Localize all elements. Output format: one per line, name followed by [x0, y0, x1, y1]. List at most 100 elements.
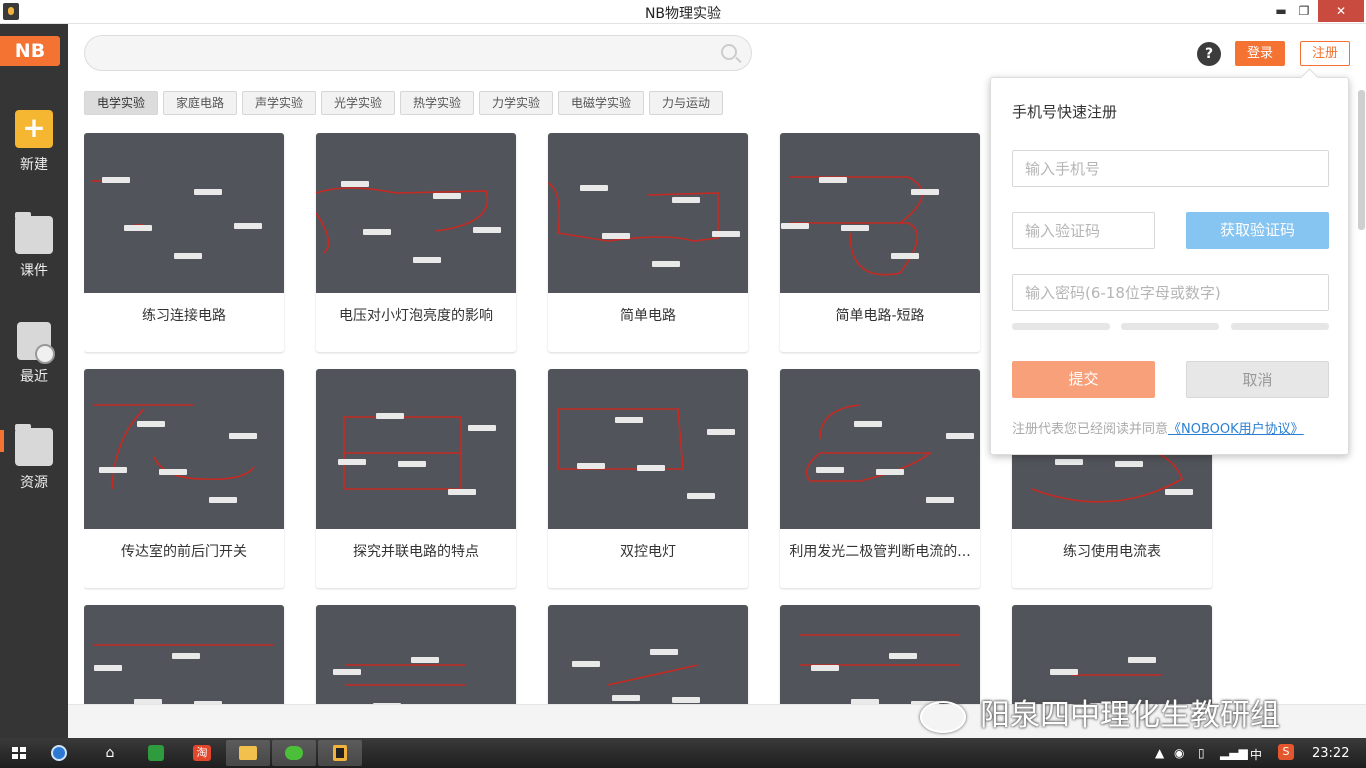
wire [92, 180, 144, 226]
circuit-component [707, 429, 735, 435]
search-icon[interactable] [721, 44, 737, 60]
browser-icon [51, 745, 67, 761]
circuit-diagram [94, 644, 274, 704]
circuit-component [473, 227, 501, 233]
password-input[interactable] [1012, 274, 1329, 311]
watermark: 阳泉四中理化生教研组 [920, 690, 1340, 733]
experiment-card[interactable]: 简单电路 [548, 133, 748, 352]
circuit-component [580, 185, 608, 191]
tab-force-motion[interactable]: 力与运动 [649, 91, 723, 115]
experiment-card[interactable] [84, 605, 284, 704]
tray-expand-icon[interactable]: ▲ [1155, 746, 1164, 760]
circuit-component [413, 257, 441, 263]
experiment-thumbnail [316, 369, 516, 529]
sidebar-item-courseware[interactable]: 课件 [0, 212, 68, 280]
experiment-title: 电压对小灯泡亮度的影响 [339, 308, 493, 324]
experiment-card[interactable]: 练习连接电路 [84, 133, 284, 352]
circuit-component [926, 497, 954, 503]
circuit-component [341, 181, 369, 187]
tray-wechat-icon[interactable]: ◉ [1174, 746, 1184, 760]
sidebar-item-label: 资源 [20, 475, 48, 491]
tab-thermal[interactable]: 热学实验 [400, 91, 474, 115]
experiment-title: 简单电路-短路 [835, 308, 925, 324]
tray-device-icon[interactable]: ▯ [1198, 746, 1205, 760]
circuit-component [229, 433, 257, 439]
recent-doc-icon [17, 322, 55, 364]
circuit-diagram [94, 404, 257, 503]
taskbar-green-app[interactable] [134, 740, 178, 766]
tab-acoustics[interactable]: 声学实验 [242, 91, 316, 115]
help-button[interactable]: ? [1197, 42, 1221, 66]
language-indicator[interactable]: 中 [1250, 746, 1262, 763]
verification-code-input[interactable] [1012, 212, 1155, 249]
circuit-component [468, 425, 496, 431]
experiment-card[interactable] [548, 605, 748, 704]
experiment-card[interactable] [316, 605, 516, 704]
taskbar-explorer[interactable] [226, 740, 270, 766]
tab-household-circuit[interactable]: 家庭电路 [163, 91, 237, 115]
register-button[interactable]: 注册 [1300, 41, 1350, 66]
experiment-card[interactable]: 电压对小灯泡亮度的影响 [316, 133, 516, 352]
taskbar-browser[interactable] [42, 740, 76, 766]
search-bar[interactable] [84, 35, 752, 71]
circuit-component [672, 197, 700, 203]
taskbar-nb-app[interactable] [318, 740, 362, 766]
experiment-card[interactable]: 探究并联电路的特点 [316, 369, 516, 588]
circuit-component [159, 469, 187, 475]
register-panel: 手机号快速注册 获取验证码 提交 取消 注册代表您已经阅读并同意《NOBOOK用… [990, 77, 1349, 455]
experiment-card[interactable]: 双控电灯 [548, 369, 748, 588]
close-button[interactable]: ✕ [1318, 0, 1364, 22]
login-button[interactable]: 登录 [1235, 41, 1285, 66]
taskbar-taobao[interactable]: 淘 [180, 740, 224, 766]
window-title: NB物理实验 [644, 6, 722, 22]
experiment-thumbnail [780, 133, 980, 293]
circuit-diagram [548, 182, 740, 267]
circuit-component [124, 225, 152, 231]
wire [346, 664, 466, 686]
file-explorer-icon [239, 746, 257, 760]
circuit-component [687, 493, 715, 499]
circuit-component [1055, 459, 1083, 465]
submit-button[interactable]: 提交 [1012, 361, 1155, 398]
circuit-component [433, 193, 461, 199]
circuit-diagram [338, 413, 496, 495]
circuit-component [172, 653, 200, 659]
scrollbar[interactable] [1358, 90, 1365, 230]
circuit-diagram [572, 649, 700, 703]
tab-mechanics[interactable]: 力学实验 [479, 91, 553, 115]
plus-icon: + [15, 110, 53, 148]
password-strength-bar [1012, 323, 1110, 330]
experiment-card[interactable]: 利用发光二极管判断电流的... [780, 369, 980, 588]
sidebar-item-label: 新建 [20, 157, 48, 173]
network-icon[interactable]: ▂▄▆ [1220, 746, 1248, 760]
sidebar-item-resources[interactable]: 资源 [0, 424, 68, 492]
experiment-thumbnail [548, 369, 748, 529]
tab-electromagnetism[interactable]: 电磁学实验 [558, 91, 644, 115]
start-button[interactable] [6, 740, 34, 766]
circuit-component [137, 421, 165, 427]
circuit-component [363, 229, 391, 235]
circuit-component [811, 665, 839, 671]
taskbar-wechat[interactable] [272, 740, 316, 766]
taskbar-home[interactable]: ⌂ [88, 740, 132, 766]
window-titlebar: NB物理实验 ▬ ❐ ✕ [0, 0, 1366, 24]
experiment-card[interactable]: 传达室的前后门开关 [84, 369, 284, 588]
circuit-component [911, 189, 939, 195]
windows-icon [12, 747, 26, 759]
experiment-card[interactable]: 简单电路-短路 [780, 133, 980, 352]
get-code-button[interactable]: 获取验证码 [1186, 212, 1329, 249]
circuit-component [376, 413, 404, 419]
folder-icon [15, 424, 53, 466]
tab-electrical[interactable]: 电学实验 [84, 91, 158, 115]
sidebar-item-recent[interactable]: 最近 [0, 322, 68, 386]
circuit-component [854, 421, 882, 427]
cancel-button[interactable]: 取消 [1186, 361, 1329, 398]
clock[interactable]: 23:22 [1312, 746, 1349, 761]
ime-icon[interactable]: S [1278, 744, 1294, 760]
maximize-button[interactable]: ❐ [1291, 0, 1317, 22]
tab-optics[interactable]: 光学实验 [321, 91, 395, 115]
circuit-component [637, 465, 665, 471]
sidebar-item-new[interactable]: + 新建 [0, 110, 68, 174]
phone-input[interactable] [1012, 150, 1329, 187]
agreement-link[interactable]: 《NOBOOK用户协议》 [1168, 422, 1304, 437]
